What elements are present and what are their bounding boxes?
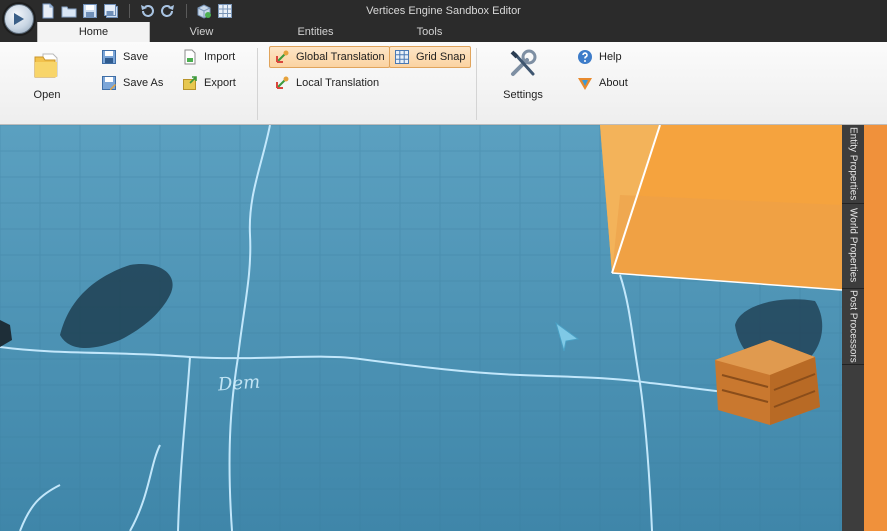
save-as-label: Save As (123, 77, 164, 89)
global-translation-label: Global Translation (296, 51, 385, 63)
global-translation-button[interactable]: Global Translation (269, 46, 390, 68)
save-as-button[interactable]: Save As (96, 72, 168, 94)
accent-side-strip (864, 125, 887, 531)
local-translation-button[interactable]: Local Translation (269, 72, 384, 94)
export-label: Export (204, 77, 236, 89)
floor-text: Dem (217, 371, 261, 396)
ribbon: Open Save Save As Import Export Global T… (0, 42, 887, 125)
about-label: About (599, 77, 628, 89)
play-icon (14, 13, 24, 25)
tab-tools[interactable]: Tools (376, 22, 483, 42)
scene-render (0, 125, 865, 531)
move-gizmo-icon (276, 76, 289, 89)
import-icon (184, 49, 196, 65)
vertices-logo-icon (578, 78, 592, 90)
help-label: Help (599, 51, 622, 63)
tab-entity-properties[interactable]: Entity Properties (842, 125, 864, 204)
save-button[interactable]: Save (96, 46, 153, 68)
app-menu-button[interactable] (4, 4, 34, 34)
window-title: Vertices Engine Sandbox Editor (366, 5, 521, 17)
scene-viewport[interactable]: Dem (0, 125, 865, 531)
tab-view[interactable]: View (148, 22, 255, 42)
wrench-screwdriver-icon (510, 49, 537, 76)
open-label: Open (33, 89, 61, 101)
move-gizmo-icon (276, 50, 289, 63)
grid-snap-label: Grid Snap (416, 51, 466, 63)
question-icon (578, 50, 592, 64)
grid-icon (395, 50, 409, 64)
grid-snap-button[interactable]: Grid Snap (389, 46, 471, 68)
ribbon-tab-strip: Home View Entities Tools (0, 22, 887, 42)
tab-home[interactable]: Home (37, 22, 150, 42)
save-label: Save (123, 51, 149, 63)
settings-label: Settings (503, 89, 543, 101)
folder-icon (34, 53, 58, 78)
title-bar: Vertices Engine Sandbox Editor (0, 0, 887, 22)
settings-button[interactable]: Settings (498, 48, 548, 101)
help-button[interactable]: Help (572, 46, 627, 68)
tab-world-properties[interactable]: World Properties (842, 203, 864, 289)
orange-block[interactable] (600, 125, 843, 291)
ribbon-group-separator (257, 48, 258, 120)
tab-post-processors[interactable]: Post Processors (842, 288, 864, 365)
ribbon-group-separator (476, 48, 477, 120)
floppy-disk-icon (102, 50, 116, 64)
import-button[interactable]: Import (177, 46, 240, 68)
export-icon (183, 76, 197, 90)
export-button[interactable]: Export (177, 72, 241, 94)
local-translation-label: Local Translation (296, 77, 380, 89)
tab-entities[interactable]: Entities (262, 22, 369, 42)
side-panel: Entity Properties World Properties Post … (842, 125, 864, 531)
about-button[interactable]: About (572, 72, 633, 94)
import-label: Import (204, 51, 236, 63)
open-button[interactable]: Open (22, 48, 72, 101)
save-as-icon (102, 76, 116, 90)
